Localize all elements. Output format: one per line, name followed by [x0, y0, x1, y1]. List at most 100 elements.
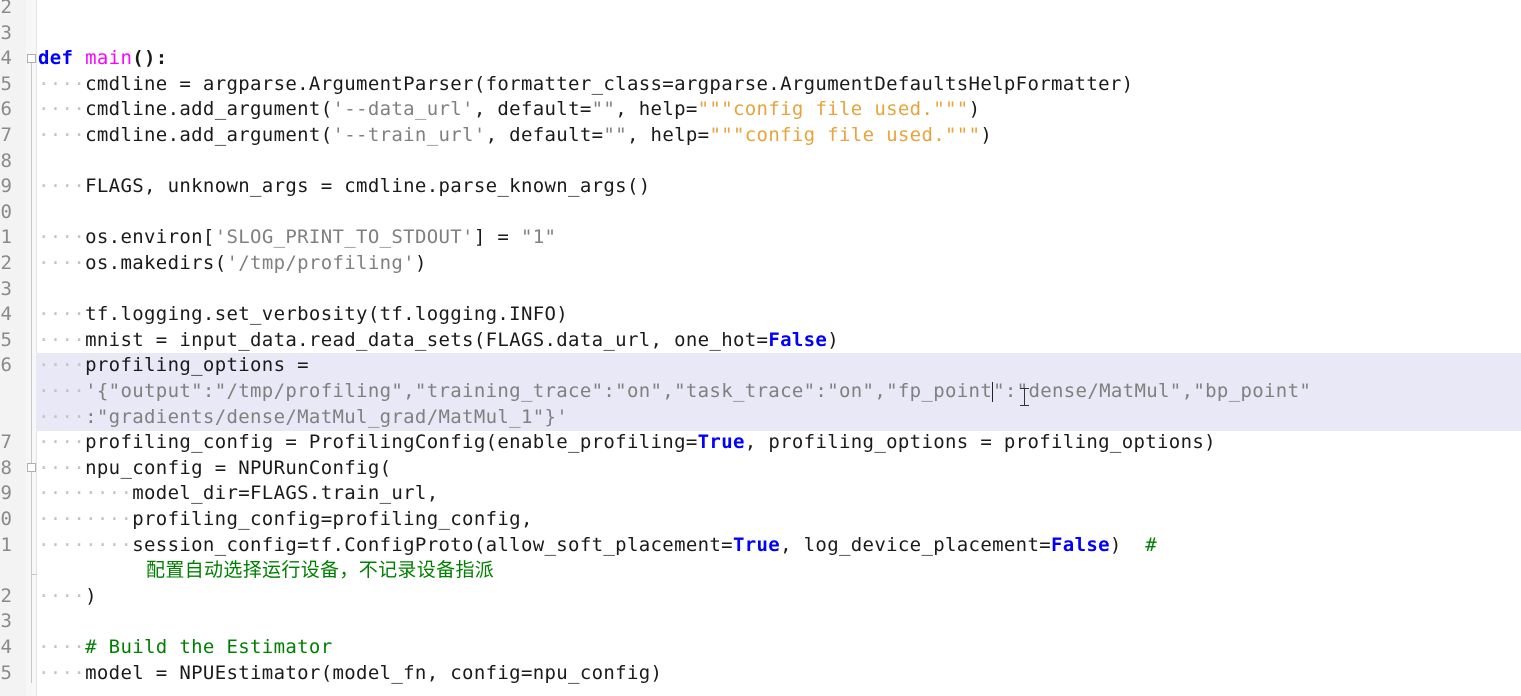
code-line-12[interactable]: ····os.makedirs('/tmp/profiling') — [38, 251, 427, 277]
indent-guide: ···· — [38, 380, 86, 402]
code-token: profiling_config = ProfilingConfig(enabl… — [85, 431, 698, 454]
code-line-19[interactable]: ········model_dir=FLAGS.train_url, — [38, 481, 439, 507]
line-number: 8 — [0, 149, 12, 172]
code-token: model_dir=FLAGS.train_url, — [132, 482, 439, 505]
line-number: 2 — [0, 252, 12, 274]
comment-token: 配置自动选择运行设备，不记录设备指派 — [146, 559, 495, 582]
indent-guide: ···· — [38, 175, 86, 198]
code-token: (): — [132, 47, 168, 70]
code-token: cmdline = argparse.ArgumentParser(format… — [85, 72, 1134, 95]
indent-guide: ···· — [38, 431, 86, 454]
code-token: os.environ[ — [85, 226, 215, 249]
fold-end-marker — [31, 574, 37, 575]
line-number: 1 — [0, 226, 12, 249]
code-line-7[interactable]: ····cmdline.add_argument('--train_url', … — [38, 123, 992, 149]
code-line-25[interactable]: ····model = NPUEstimator(model_fn, confi… — [38, 661, 662, 687]
line-number: 7 — [0, 431, 12, 454]
fold-toggle-npu-config[interactable] — [27, 463, 36, 472]
string-token: '/tmp/profiling' — [226, 252, 415, 274]
indent-guide: ···· — [38, 252, 86, 274]
line-number: 8 — [0, 456, 12, 479]
keyword-token: True — [697, 431, 745, 454]
string-token: '--train_url' — [332, 124, 486, 146]
code-token: ] = — [473, 226, 521, 249]
code-token: ) — [1109, 533, 1146, 556]
indent-guide: ···· — [38, 72, 86, 95]
code-line-9[interactable]: ····FLAGS, unknown_args = cmdline.parse_… — [38, 174, 651, 200]
code-line-4[interactable]: def main(): — [38, 46, 168, 72]
keyword-token: False — [768, 328, 828, 351]
string-token: 'SLOG_PRINT_TO_STDOUT' — [214, 226, 474, 249]
line-number: 4 — [0, 47, 12, 70]
code-token: cmdline.add_argument( — [85, 124, 333, 146]
string-token: '--data_url' — [332, 98, 474, 121]
indent-guide: ···· — [38, 328, 86, 351]
string-token: "1" — [520, 226, 557, 249]
indent-guide: ···· — [38, 636, 86, 658]
code-line-5[interactable]: ····cmdline = argparse.ArgumentParser(fo… — [38, 72, 1133, 98]
code-token: , log_device_placement= — [780, 533, 1052, 556]
indent-guide: ········ — [38, 508, 133, 530]
code-line-16[interactable]: ····profiling_options = — [38, 353, 309, 379]
code-line-11[interactable]: ····os.environ['SLOG_PRINT_TO_STDOUT'] =… — [38, 225, 556, 251]
indent-guide: ···· — [38, 124, 86, 146]
code-token: npu_config = NPURunConfig( — [85, 456, 392, 479]
indent-guide: ···· — [38, 303, 86, 326]
code-token: tf.logging.set_verbosity(tf.logging.INFO… — [85, 303, 569, 326]
indent-guide: ···· — [38, 98, 86, 121]
keyword-token: def — [38, 47, 74, 70]
code-line-14[interactable]: ····tf.logging.set_verbosity(tf.logging.… — [38, 302, 568, 328]
line-number: 6 — [0, 354, 12, 377]
code-line-21-wrap[interactable]: 配置自动选择运行设备，不记录设备指派 — [146, 558, 494, 584]
code-editor[interactable]: 2 3 4 5 6 7 8 9 0 1 2 3 4 5 6 7 8 9 0 1 … — [0, 0, 1521, 696]
code-token: cmdline.add_argument( — [85, 98, 333, 121]
line-number: 9 — [0, 175, 12, 198]
line-number: 5 — [0, 328, 12, 351]
comment-token: # — [1145, 533, 1158, 556]
code-token: mnist = input_data.read_data_sets(FLAGS.… — [85, 328, 769, 351]
code-line-24[interactable]: ····# Build the Estimator — [38, 635, 332, 661]
indent-guide: ···· — [38, 661, 86, 684]
code-line-22[interactable]: ····) — [38, 584, 97, 610]
code-line-6[interactable]: ····cmdline.add_argument('--data_url', d… — [38, 97, 980, 123]
line-number: 4 — [0, 636, 12, 658]
line-number: 3 — [0, 277, 12, 300]
code-token: , default= — [485, 124, 604, 146]
comment-token: # Build the Estimator — [85, 636, 333, 658]
code-line-21[interactable]: ········session_config=tf.ConfigProto(al… — [38, 533, 1157, 559]
line-number: 3 — [0, 21, 12, 44]
indent-guide: ···· — [38, 405, 86, 428]
code-line-18[interactable]: ····npu_config = NPURunConfig( — [38, 456, 391, 482]
line-number: 7 — [0, 124, 12, 146]
code-line-16-wrap-2[interactable]: ····:"gradients/dense/MatMul_grad/MatMul… — [38, 405, 568, 431]
line-number: 2 — [0, 584, 12, 607]
code-token: , default= — [473, 98, 592, 121]
code-token: ) — [968, 98, 981, 121]
line-number: 4 — [0, 303, 12, 326]
line-number: 0 — [0, 200, 12, 223]
code-token: profiling_config=profiling_config, — [132, 508, 533, 530]
indent-guide: ···· — [38, 354, 86, 377]
code-token: model = NPUEstimator(model_fn, config=np… — [85, 661, 663, 684]
line-number: 1 — [0, 533, 12, 556]
indent-guide: ········ — [38, 533, 133, 556]
docstring-token: """config file used.""" — [709, 124, 981, 146]
line-number: 2 — [0, 0, 12, 18]
line-number: 5 — [0, 661, 12, 684]
fold-toggle-main[interactable] — [27, 54, 36, 63]
code-line-20[interactable]: ········profiling_config=profiling_confi… — [38, 507, 533, 533]
code-token: ) — [414, 252, 427, 274]
line-number: 3 — [0, 610, 12, 633]
code-token: profiling_options = — [85, 354, 309, 377]
code-token: FLAGS, unknown_args = cmdline.parse_know… — [85, 175, 651, 198]
line-number: 6 — [0, 98, 12, 121]
code-line-16-wrap-1[interactable]: ····'{"output":"/tmp/profiling","trainin… — [38, 379, 1311, 405]
code-line-15[interactable]: ····mnist = input_data.read_data_sets(FL… — [38, 328, 839, 354]
string-token: "" — [603, 124, 627, 146]
string-token: :"gradients/dense/MatMul_grad/MatMul_1"}… — [85, 405, 569, 428]
code-line-17[interactable]: ····profiling_config = ProfilingConfig(e… — [38, 430, 1216, 456]
indent-guide: ···· — [38, 456, 86, 479]
code-token: ) — [827, 328, 839, 351]
keyword-token: False — [1051, 533, 1110, 556]
docstring-token: """config file used.""" — [697, 98, 969, 121]
